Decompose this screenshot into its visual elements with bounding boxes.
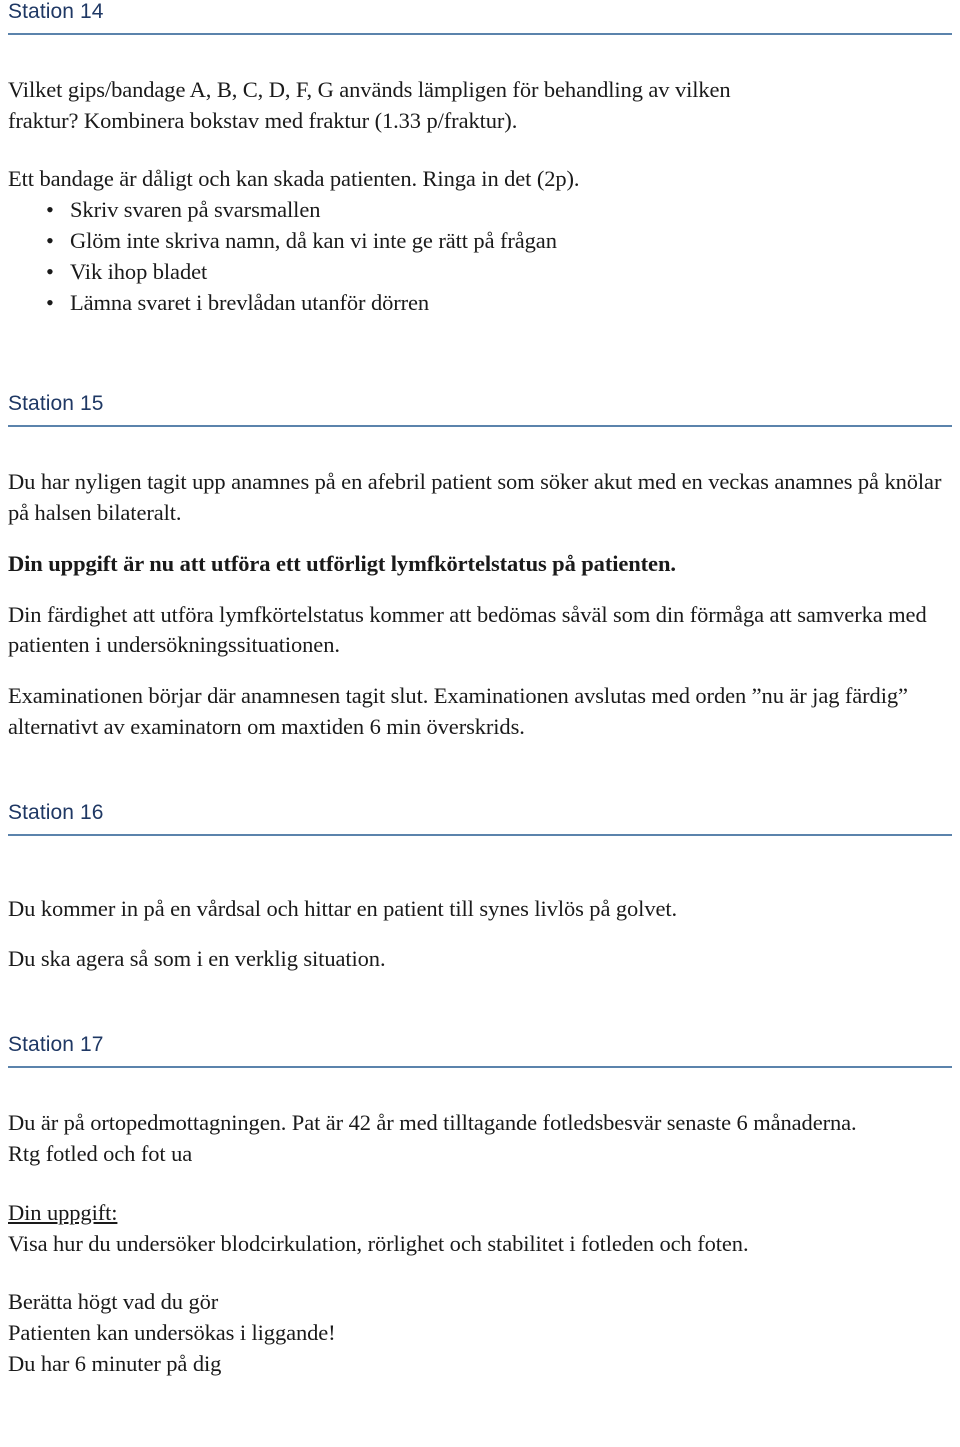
station-17-task-text: Visa hur du undersöker blodcirkulation, … (8, 1230, 749, 1256)
station-15-heading: Station 15 (8, 392, 104, 416)
station-16-paragraph-1: Du kommer in på en vårdsal och hittar en… (8, 895, 678, 921)
station-15-paragraph-4: Examinationen börjar där anamnesen tagit… (8, 683, 908, 740)
station-17-closing-line-1: Berätta högt vad du gör (8, 1289, 219, 1315)
bullet-icon: • (46, 258, 54, 284)
list-item-label: Glöm inte skriva namn, då kan vi inte ge… (70, 228, 557, 254)
station-16-paragraph-2: Du ska agera så som i en verklig situati… (8, 946, 386, 972)
list-item: • Vik ihop bladet (8, 257, 952, 288)
section-station-15: Station 15 Du har nyligen tagit upp anam… (8, 392, 952, 742)
station-17-task-label: Din uppgift: (8, 1199, 118, 1225)
list-item: • Glöm inte skriva namn, då kan vi inte … (8, 226, 952, 257)
list-item: • Lämna svaret i brevlådan utanför dörre… (8, 288, 952, 319)
station-17-heading: Station 17 (8, 1033, 104, 1057)
list-item: • Skriv svaren på svarsmallen (8, 195, 952, 226)
document-page: Station 14 Vilket gips/bandage A, B, C, … (0, 0, 960, 1447)
station-15-paragraph-1: Du har nyligen tagit upp anamnes på en a… (8, 469, 942, 526)
station-15-paragraph-3: Din färdighet att utföra lymfkörtelstatu… (8, 601, 927, 658)
station-15-task-statement: Din uppgift är nu att utföra ett utförli… (8, 550, 676, 576)
bullet-icon: • (46, 197, 54, 223)
station-16-heading: Station 16 (8, 800, 104, 824)
list-item-label: Vik ihop bladet (70, 258, 208, 284)
station-14-bullet-list: • Skriv svaren på svarsmallen • Glöm int… (8, 195, 952, 318)
list-item-label: Lämna svaret i brevlådan utanför dörren (70, 289, 430, 315)
bullet-icon: • (46, 228, 54, 254)
station-17-closing-line-3: Du har 6 minuter på dig (8, 1350, 222, 1376)
station-14-heading: Station 14 (8, 0, 104, 23)
bullet-icon: • (46, 289, 54, 315)
station-17-paragraph-1: Du är på ortopedmottagningen. Pat är 42 … (8, 1110, 857, 1136)
section-station-14: Station 14 Vilket gips/bandage A, B, C, … (8, 0, 952, 318)
list-item-label: Skriv svaren på svarsmallen (70, 197, 321, 223)
station-14-intro-line-2: fraktur? Kombinera bokstav med fraktur (… (8, 107, 518, 133)
section-station-16: Station 16 Du kommer in på en vårdsal oc… (8, 801, 952, 975)
station-14-second-paragraph: Ett bandage är dåligt och kan skada pati… (8, 166, 580, 192)
station-14-intro-line-1: Vilket gips/bandage A, B, C, D, F, G anv… (8, 76, 731, 102)
section-station-17: Station 17 Du är på ortopedmottagningen.… (8, 1033, 952, 1379)
station-17-closing-line-2: Patienten kan undersökas i liggande! (8, 1320, 336, 1346)
station-17-paragraph-2: Rtg fotled och fot ua (8, 1140, 193, 1166)
